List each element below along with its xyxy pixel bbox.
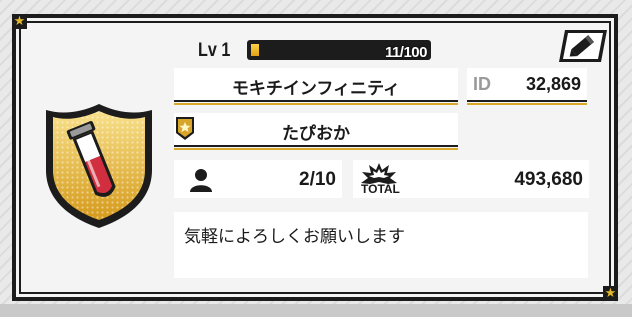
- edit-button[interactable]: [557, 26, 609, 66]
- divider: [174, 148, 458, 150]
- level-label: Lv 1: [198, 40, 231, 61]
- message-field: 気軽によろしくお願いします: [174, 212, 588, 278]
- members-field: 2/10: [174, 160, 342, 198]
- player-id-field: ID 32,869: [467, 68, 587, 102]
- total-label: TOTAL: [361, 182, 400, 196]
- player-name: モキチインフィニティ: [231, 79, 401, 99]
- id-label: ID: [473, 74, 491, 94]
- xp-bar: 11/100: [247, 40, 431, 61]
- profile-message: 気軽によろしくお願いします: [184, 227, 405, 247]
- player-title: たぴおか: [282, 124, 350, 144]
- xp-text: 11/100: [384, 44, 428, 61]
- player-title-field: たぴおか: [174, 113, 458, 147]
- members-value: 2/10: [299, 169, 336, 190]
- total-field: TOTAL 493,680: [353, 160, 589, 198]
- background-strip: [0, 304, 632, 317]
- emblem-icon: [46, 104, 152, 228]
- xp-fill: [251, 44, 259, 56]
- player-name-field: モキチインフィニティ: [174, 68, 458, 102]
- divider: [467, 103, 587, 105]
- corner-star-icon: ★: [12, 14, 27, 29]
- person-icon: [190, 169, 212, 192]
- corner-star-icon: ★: [603, 286, 618, 301]
- divider: [174, 103, 458, 105]
- total-value: 493,680: [514, 169, 583, 190]
- id-value: 32,869: [525, 74, 581, 94]
